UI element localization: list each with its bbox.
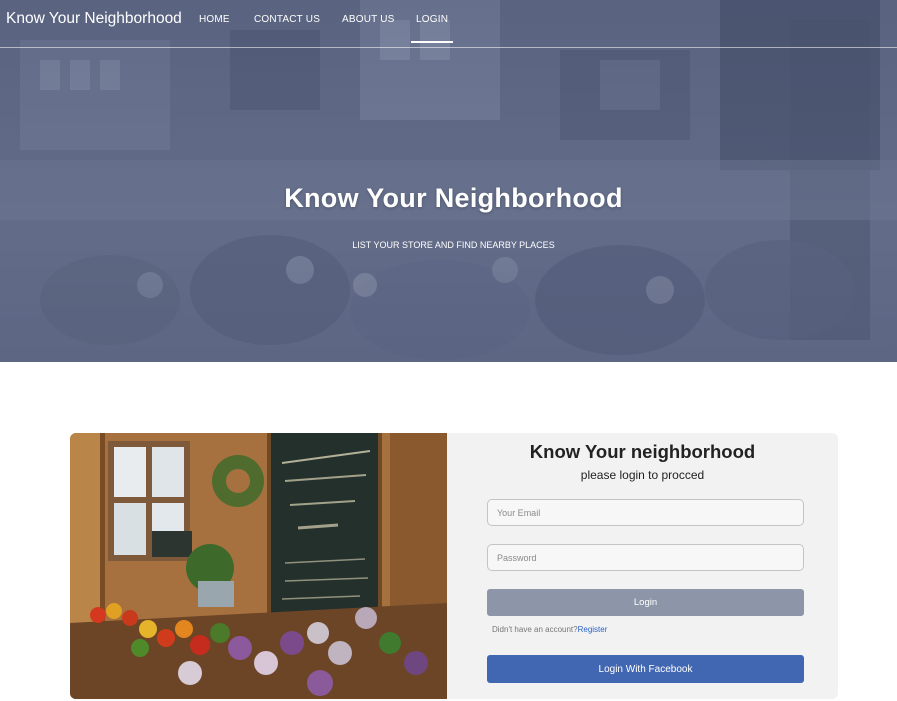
login-button[interactable]: Login: [487, 589, 804, 616]
register-link[interactable]: Register: [578, 625, 608, 634]
nav-login[interactable]: LOGIN: [410, 14, 454, 43]
form-title: Know Your neighborhood: [529, 441, 756, 462]
hero-overlay: [0, 0, 897, 362]
nav-about-us[interactable]: ABOUT US: [342, 14, 395, 25]
facebook-login-button[interactable]: Login With Facebook: [487, 655, 804, 683]
hero-title: Know Your Neighborhood: [284, 183, 623, 213]
login-card: Know Your neighborhood please login to p…: [70, 433, 838, 699]
password-field[interactable]: [487, 544, 804, 571]
market-stand-image: [70, 433, 447, 699]
brand-logo[interactable]: Know Your Neighborhood: [6, 10, 182, 28]
hero-banner: Know Your Neighborhood HOME CONTACT US A…: [0, 0, 897, 362]
hero-subtitle: LIST YOUR STORE AND FIND NEARBY PLACES: [352, 240, 555, 250]
form-subtitle: please login to procced: [580, 468, 705, 482]
register-prompt-text: Didn't have an account?: [492, 625, 578, 634]
nav-contact-us[interactable]: CONTACT US: [254, 14, 320, 25]
email-field[interactable]: [487, 499, 804, 526]
navbar: Know Your Neighborhood HOME CONTACT US A…: [0, 0, 897, 48]
nav-home[interactable]: HOME: [199, 14, 230, 25]
login-form: Know Your neighborhood please login to p…: [447, 433, 838, 699]
register-prompt: Didn't have an account?Register: [492, 625, 607, 634]
